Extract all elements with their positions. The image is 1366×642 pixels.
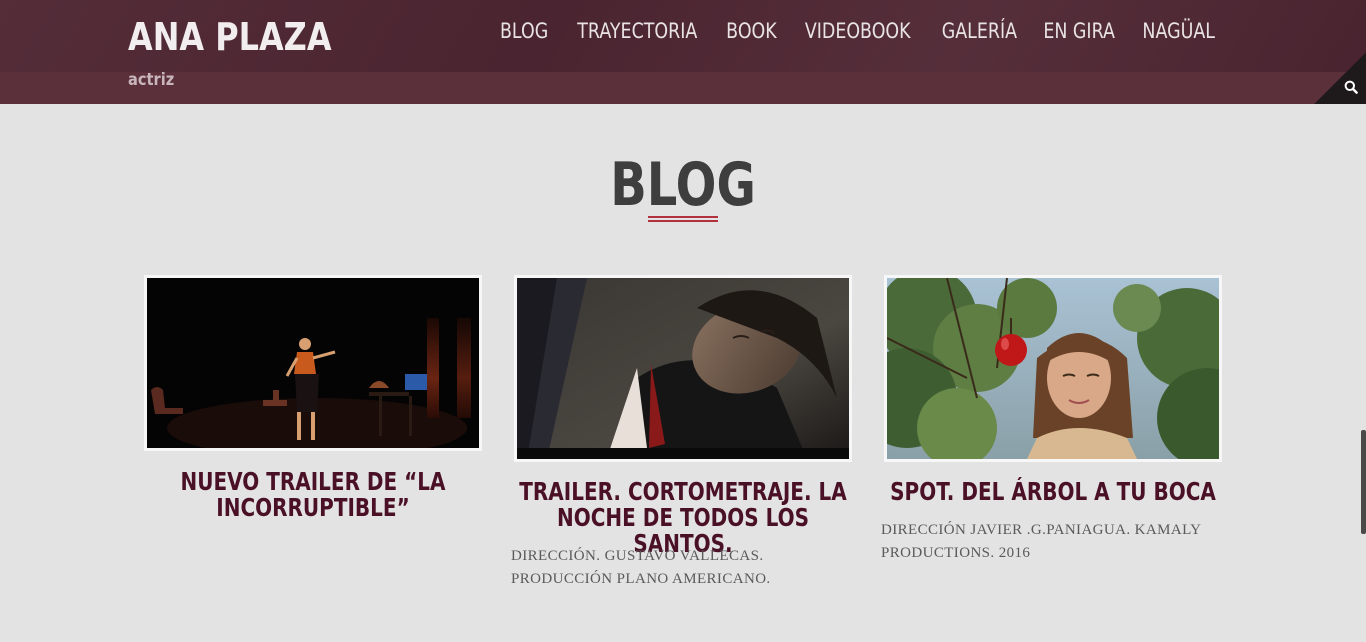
nav-item-galeria[interactable]: GALERÍA (933, 16, 1025, 46)
site-tagline: actriz (128, 70, 175, 90)
site-title[interactable]: ANA PLAZA (128, 12, 332, 62)
nav-item-book[interactable]: BOOK (718, 16, 785, 46)
main-nav: BLOG TRAYECTORIA BOOK VIDEOBOOK GALERÍA … (489, 16, 1228, 46)
post-thumbnail[interactable] (514, 275, 852, 462)
section-title: BLOG (0, 146, 1366, 224)
post-title[interactable]: NUEVO TRAILER DE “LA INCORRUPTIBLE” (144, 469, 482, 521)
film-still-image (517, 278, 849, 459)
post-thumbnail[interactable] (884, 275, 1222, 462)
nav-item-trayectoria[interactable]: TRAYECTORIA (569, 16, 706, 46)
post-title-text[interactable]: NUEVO TRAILER DE “LA INCORRUPTIBLE” (145, 469, 481, 521)
apple-tree-image (887, 278, 1219, 459)
nav-item-blog[interactable]: BLOG (491, 16, 556, 46)
nav-item-nagual[interactable]: NAGÜAL (1134, 16, 1223, 46)
scrollbar-thumb[interactable] (1361, 430, 1366, 534)
post-title[interactable]: SPOT. DEL ÁRBOL A TU BOCA (884, 479, 1222, 505)
nav-item-en-gira[interactable]: EN GIRA (1035, 16, 1123, 46)
nav-item-videobook[interactable]: VIDEOBOOK (797, 16, 919, 46)
post-title-text[interactable]: SPOT. DEL ÁRBOL A TU BOCA (885, 479, 1221, 505)
search-button[interactable] (1314, 52, 1366, 104)
section-title-text: BLOG (610, 150, 756, 220)
post-excerpt: DIRECCIÓN. GUSTAVO VALLECAS. PRODUCCIÓN … (511, 548, 771, 587)
search-icon (1344, 80, 1358, 94)
stage-performance-image (147, 278, 479, 448)
post-excerpt: DIRECCIÓN JAVIER .G.PANIAGUA. KAMALY PRO… (881, 522, 1201, 561)
post-thumbnail[interactable] (144, 275, 482, 451)
title-underline (648, 216, 718, 222)
site-header: ANA PLAZA actriz BLOG TRAYECTORIA BOOK V… (0, 0, 1366, 104)
header-strip (0, 72, 1366, 104)
